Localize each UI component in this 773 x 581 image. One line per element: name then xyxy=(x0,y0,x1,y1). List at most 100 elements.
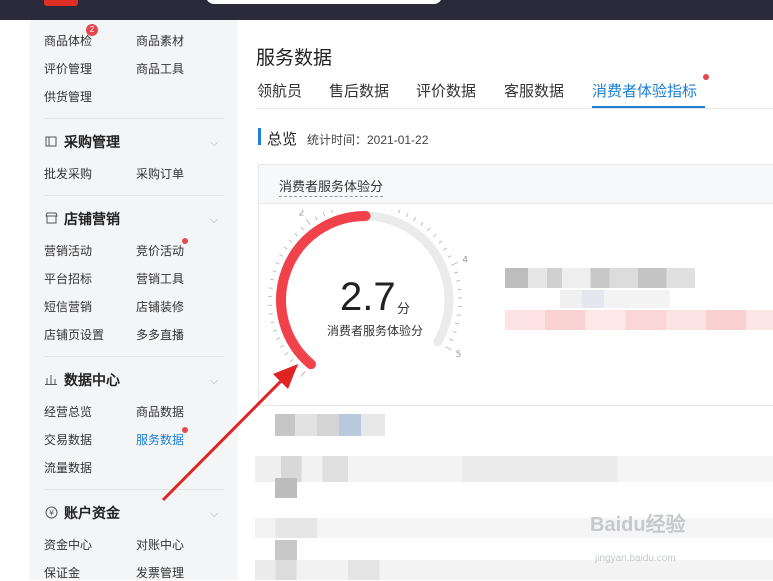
notification-dot xyxy=(182,427,188,433)
sidebar-item-invoice-manage[interactable]: 发票管理 xyxy=(136,564,184,581)
gauge-tick-label: 2 xyxy=(299,210,305,219)
gauge-tick xyxy=(269,314,273,315)
store-icon xyxy=(44,212,58,226)
tab-navigator[interactable]: 领航员 xyxy=(257,80,302,101)
gauge-tick xyxy=(331,210,332,213)
notification-dot xyxy=(182,238,188,244)
brand-logo[interactable] xyxy=(44,0,78,6)
sidebar-item-sms-marketing[interactable]: 短信营销 xyxy=(44,298,92,315)
gauge-tick xyxy=(273,271,277,272)
sidebar-item-bidding-activity[interactable]: 竞价活动 xyxy=(136,242,184,259)
sidebar-section-account-funds[interactable]: ¥ 账户资金 xyxy=(44,503,120,523)
gauge-tick xyxy=(296,366,299,369)
gauge-tick xyxy=(323,213,325,217)
sidebar-item-store-decoration[interactable]: 店铺装修 xyxy=(136,298,184,315)
gauge-tick xyxy=(295,233,298,236)
sidebar-item-supply-manage[interactable]: 供货管理 xyxy=(44,88,92,105)
baidu-watermark-url: jingyan.baidu.com xyxy=(595,553,676,564)
sidebar-item-wholesale[interactable]: 批发采购 xyxy=(44,165,92,182)
sidebar: 商品体检 2 商品素材 评价管理 商品工具 供货管理 采购管理 ⌵ 批发采购 采… xyxy=(30,20,238,580)
gauge-tick xyxy=(270,279,274,280)
sidebar-item-marketing-activity[interactable]: 营销活动 xyxy=(44,242,92,259)
gauge-tick xyxy=(421,222,423,225)
tab-consumer-experience[interactable]: 消费者体验指标 xyxy=(592,80,697,101)
sidebar-section-title: 账户资金 xyxy=(64,503,120,523)
sidebar-item-store-page-settings[interactable]: 店铺页设置 xyxy=(44,326,104,343)
bar-chart-icon xyxy=(44,373,58,387)
gauge-tick xyxy=(406,213,408,217)
tab-review-data[interactable]: 评价数据 xyxy=(416,80,476,101)
divider xyxy=(44,118,224,119)
sidebar-item-deposit[interactable]: 保证金 xyxy=(44,564,80,581)
gauge-tick xyxy=(391,210,393,211)
active-tab-indicator xyxy=(592,106,705,108)
redacted-mosaic xyxy=(255,518,773,538)
sidebar-item-business-overview[interactable]: 经营总览 xyxy=(44,403,92,420)
gauge-tick xyxy=(451,263,457,266)
top-bar xyxy=(0,0,773,20)
sidebar-item-review-manage[interactable]: 评价管理 xyxy=(44,60,92,77)
redacted-mosaic xyxy=(560,290,670,308)
gauge-tick xyxy=(414,217,416,220)
gauge-tick xyxy=(301,371,305,376)
chevron-down-icon[interactable]: ⌵ xyxy=(210,509,220,519)
gauge-tick-label: 4 xyxy=(462,256,468,266)
purchase-icon xyxy=(44,135,58,149)
gauge-tick xyxy=(453,331,457,332)
gauge-tick xyxy=(439,241,442,243)
sidebar-section-purchase[interactable]: 采购管理 xyxy=(44,132,120,152)
tab-customer-service[interactable]: 客服数据 xyxy=(504,80,564,101)
sidebar-item-product-tools[interactable]: 商品工具 xyxy=(136,60,184,77)
sidebar-item-product-data[interactable]: 商品数据 xyxy=(136,403,184,420)
notification-badge: 2 xyxy=(86,24,98,36)
sidebar-section-data-center[interactable]: 数据中心 xyxy=(44,370,120,390)
tab-after-sales[interactable]: 售后数据 xyxy=(329,80,389,101)
sidebar-item-marketing-tools[interactable]: 营销工具 xyxy=(136,270,184,287)
gauge-tick xyxy=(269,288,273,289)
chevron-down-icon[interactable]: ⌵ xyxy=(210,376,220,386)
svg-text:¥: ¥ xyxy=(48,509,53,518)
gauge-tick xyxy=(315,217,317,220)
gauge-tick xyxy=(455,323,459,324)
sidebar-item-live-stream[interactable]: 多多直播 xyxy=(136,326,184,343)
divider xyxy=(44,489,224,490)
sidebar-item-reconciliation[interactable]: 对账中心 xyxy=(136,536,184,553)
gauge-tick xyxy=(301,227,304,230)
sidebar-section-title: 采购管理 xyxy=(64,132,120,152)
divider xyxy=(44,195,224,196)
page-title: 服务数据 xyxy=(256,43,332,70)
sidebar-item-transaction-data[interactable]: 交易数据 xyxy=(44,431,92,448)
stat-time: 统计时间：2021-01-22 xyxy=(307,131,428,148)
chevron-down-icon[interactable]: ⌵ xyxy=(210,215,220,225)
sidebar-item-service-data[interactable]: 服务数据 xyxy=(136,431,184,448)
gauge-tick xyxy=(433,234,436,237)
sidebar-section-store-marketing[interactable]: 店铺营销 xyxy=(44,209,120,229)
sidebar-item-product-check[interactable]: 商品体检 xyxy=(44,32,92,49)
sidebar-item-platform-bidding[interactable]: 平台招标 xyxy=(44,270,92,287)
yen-coin-icon: ¥ xyxy=(44,506,58,520)
sidebar-section-title: 数据中心 xyxy=(64,370,120,390)
sidebar-section-title: 店铺营销 xyxy=(64,209,120,229)
gauge-tick xyxy=(306,219,310,225)
baidu-watermark: Baidu经验 xyxy=(590,508,686,537)
tabs-divider xyxy=(256,108,773,109)
sidebar-item-product-material[interactable]: 商品素材 xyxy=(136,32,184,49)
redacted-mosaic xyxy=(255,456,773,482)
redacted-mosaic xyxy=(275,414,385,436)
chevron-down-icon[interactable]: ⌵ xyxy=(210,138,220,148)
gauge-tick xyxy=(273,330,277,331)
card-title[interactable]: 消费者服务体验分 xyxy=(279,176,383,197)
gauge-tick xyxy=(280,345,283,347)
gauge-tick xyxy=(276,262,280,264)
sidebar-item-purchase-orders[interactable]: 采购订单 xyxy=(136,165,184,182)
section-marker xyxy=(258,128,261,145)
redacted-mosaic xyxy=(255,560,773,580)
sidebar-item-traffic-data[interactable]: 流量数据 xyxy=(44,459,92,476)
search-input[interactable] xyxy=(206,0,442,4)
gauge-tick xyxy=(284,247,287,249)
sidebar-item-funds-center[interactable]: 资金中心 xyxy=(44,536,92,553)
gauge-tick xyxy=(448,256,452,258)
overview-title: 总览 xyxy=(267,128,297,149)
gauge-tick xyxy=(290,359,293,362)
score-value: 2.7 xyxy=(340,275,396,320)
